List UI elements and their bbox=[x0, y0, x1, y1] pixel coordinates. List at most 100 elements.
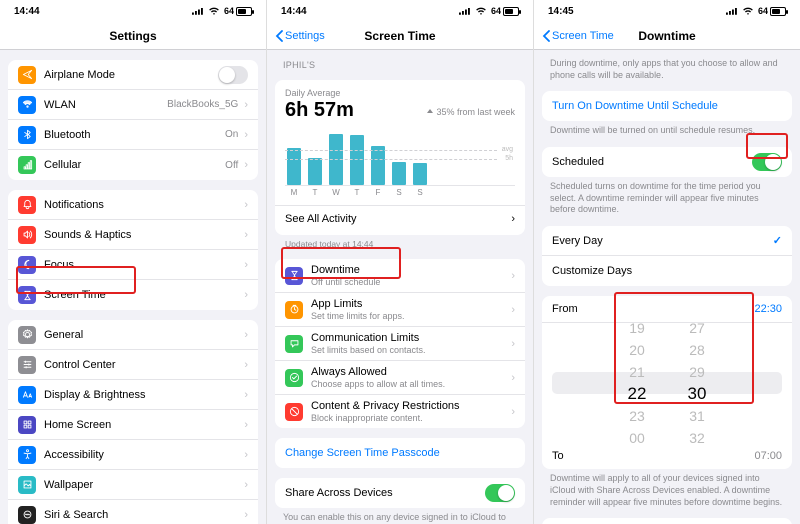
cellular-icon bbox=[18, 156, 36, 174]
signal-icon bbox=[192, 7, 204, 15]
avg-line: avg bbox=[285, 150, 497, 151]
daily-average-value: 6h 57m bbox=[285, 99, 354, 122]
toggle-scheduled[interactable] bbox=[752, 153, 782, 171]
picker-value[interactable]: 27 bbox=[689, 323, 705, 339]
to-footer: Downtime will apply to all of your devic… bbox=[534, 469, 800, 508]
wallpaper-icon bbox=[18, 476, 36, 494]
picker-value[interactable]: 20 bbox=[629, 339, 645, 361]
change-passcode[interactable]: Change Screen Time Passcode bbox=[275, 438, 525, 468]
airplane-icon bbox=[18, 66, 36, 84]
row-downtime[interactable]: DowntimeOff until schedule› bbox=[275, 259, 525, 293]
chevron-right-icon: › bbox=[244, 289, 248, 301]
status-time: 14:44 bbox=[281, 6, 307, 17]
hourglass-icon bbox=[18, 286, 36, 304]
from-time: 22:30 bbox=[754, 303, 782, 315]
turn-on-until-schedule[interactable]: Turn On Downtime Until Schedule bbox=[542, 91, 792, 121]
back-button[interactable]: Settings bbox=[267, 30, 325, 42]
bar bbox=[392, 162, 406, 185]
status-bar: 14:45 64 bbox=[534, 0, 800, 22]
usage-chart-card[interactable]: Daily Average 6h 57m 35% from last week … bbox=[275, 80, 525, 235]
picker-value[interactable]: 30 bbox=[688, 383, 707, 405]
siri-icon bbox=[18, 506, 36, 524]
picker-value[interactable]: 23 bbox=[629, 405, 645, 427]
status-time: 14:45 bbox=[548, 6, 574, 17]
chevron-right-icon: › bbox=[244, 199, 248, 211]
row-communication-limits[interactable]: Communication LimitsSet limits based on … bbox=[275, 327, 525, 361]
hourglass-icon bbox=[285, 267, 303, 285]
row-notifications[interactable]: Notifications› bbox=[8, 190, 258, 220]
row-airplane-mode[interactable]: Airplane Mode bbox=[8, 60, 258, 90]
bluetooth-icon bbox=[18, 126, 36, 144]
block-at-downtime-row[interactable]: Block at Downtime bbox=[542, 518, 792, 524]
bar bbox=[413, 163, 427, 185]
row-always-allowed[interactable]: Always AllowedChoose apps to allow at al… bbox=[275, 361, 525, 395]
row-app-limits[interactable]: App LimitsSet time limits for apps.› bbox=[275, 293, 525, 327]
picker-value[interactable]: 19 bbox=[629, 323, 645, 339]
picker-value[interactable]: 21 bbox=[629, 361, 645, 383]
battery-icon: 64 bbox=[224, 6, 252, 16]
toggle[interactable] bbox=[218, 66, 248, 84]
picker-value[interactable]: 31 bbox=[689, 405, 705, 427]
pane-downtime: 14:45 64 Screen Time Downtime During dow… bbox=[534, 0, 800, 524]
downtime-intro: During downtime, only apps that you choo… bbox=[534, 50, 800, 81]
row-screen-time[interactable]: Screen Time› bbox=[8, 280, 258, 310]
picker-value[interactable]: 28 bbox=[689, 339, 705, 361]
row-cellular[interactable]: CellularOff› bbox=[8, 150, 258, 180]
chevron-right-icon: › bbox=[244, 449, 248, 461]
to-row[interactable]: To 07:00 bbox=[542, 443, 792, 469]
back-button[interactable]: Screen Time bbox=[534, 30, 614, 42]
row-focus[interactable]: Focus› bbox=[8, 250, 258, 280]
time-picker[interactable]: 192021222300 272829303132 bbox=[542, 323, 792, 443]
row-wallpaper[interactable]: Wallpaper› bbox=[8, 470, 258, 500]
section-owner: IPHIL'S bbox=[267, 50, 533, 72]
page-title: Settings bbox=[0, 29, 266, 43]
navbar: Screen Time Downtime bbox=[534, 22, 800, 50]
chevron-left-icon bbox=[542, 30, 550, 42]
chevron-right-icon: › bbox=[244, 419, 248, 431]
row-control-center[interactable]: Control Center› bbox=[8, 350, 258, 380]
chat-icon bbox=[285, 335, 303, 353]
row-content-privacy-restrictions[interactable]: Content & Privacy RestrictionsBlock inap… bbox=[275, 395, 525, 428]
picker-value[interactable]: 29 bbox=[689, 361, 705, 383]
row-wlan[interactable]: WLANBlackBooks_5G› bbox=[8, 90, 258, 120]
row-sounds-haptics[interactable]: Sounds & Haptics› bbox=[8, 220, 258, 250]
wifi-icon bbox=[742, 7, 754, 15]
wifi-icon bbox=[208, 7, 220, 15]
chevron-right-icon: › bbox=[511, 406, 515, 418]
chevron-right-icon: › bbox=[244, 329, 248, 341]
customize-days-row[interactable]: Customize Days bbox=[542, 256, 792, 286]
picker-value[interactable]: 00 bbox=[629, 427, 645, 443]
scheduled-row[interactable]: Scheduled bbox=[542, 147, 792, 177]
moon-icon bbox=[18, 256, 36, 274]
chevron-right-icon: › bbox=[244, 389, 248, 401]
row-accessibility[interactable]: Accessibility› bbox=[8, 440, 258, 470]
every-day-row[interactable]: Every Day ✓ bbox=[542, 226, 792, 256]
bar bbox=[287, 148, 301, 185]
battery-icon: 64 bbox=[758, 6, 786, 16]
picker-value[interactable]: 22 bbox=[628, 383, 647, 405]
toggle-share[interactable] bbox=[485, 484, 515, 502]
from-row[interactable]: From 22:30 bbox=[542, 296, 792, 323]
timer-icon bbox=[285, 301, 303, 319]
share-footer: You can enable this on any device signed… bbox=[267, 508, 533, 524]
row-display-brightness[interactable]: Display & Brightness› bbox=[8, 380, 258, 410]
row-general[interactable]: General› bbox=[8, 320, 258, 350]
chevron-right-icon: › bbox=[244, 229, 248, 241]
row-home-screen[interactable]: Home Screen› bbox=[8, 410, 258, 440]
picker-minutes[interactable]: 272829303132 bbox=[667, 323, 727, 443]
chevron-right-icon: › bbox=[511, 213, 515, 225]
row-siri-search[interactable]: Siri & Search› bbox=[8, 500, 258, 524]
status-time: 14:44 bbox=[14, 6, 40, 17]
bar bbox=[308, 158, 322, 185]
share-across-devices[interactable]: Share Across Devices bbox=[275, 478, 525, 508]
picker-hours[interactable]: 192021222300 bbox=[607, 323, 667, 443]
accessibility-icon bbox=[18, 446, 36, 464]
picker-value[interactable]: 32 bbox=[689, 427, 705, 443]
row-bluetooth[interactable]: BluetoothOn› bbox=[8, 120, 258, 150]
textsize-icon bbox=[18, 386, 36, 404]
signal-icon bbox=[726, 7, 738, 15]
see-all-activity[interactable]: See All Activity › bbox=[275, 205, 525, 227]
chevron-right-icon: › bbox=[511, 338, 515, 350]
pane-screen-time: 14:44 64 Settings Screen Time IPHIL'S Da… bbox=[267, 0, 534, 524]
battery-icon: 64 bbox=[491, 6, 519, 16]
